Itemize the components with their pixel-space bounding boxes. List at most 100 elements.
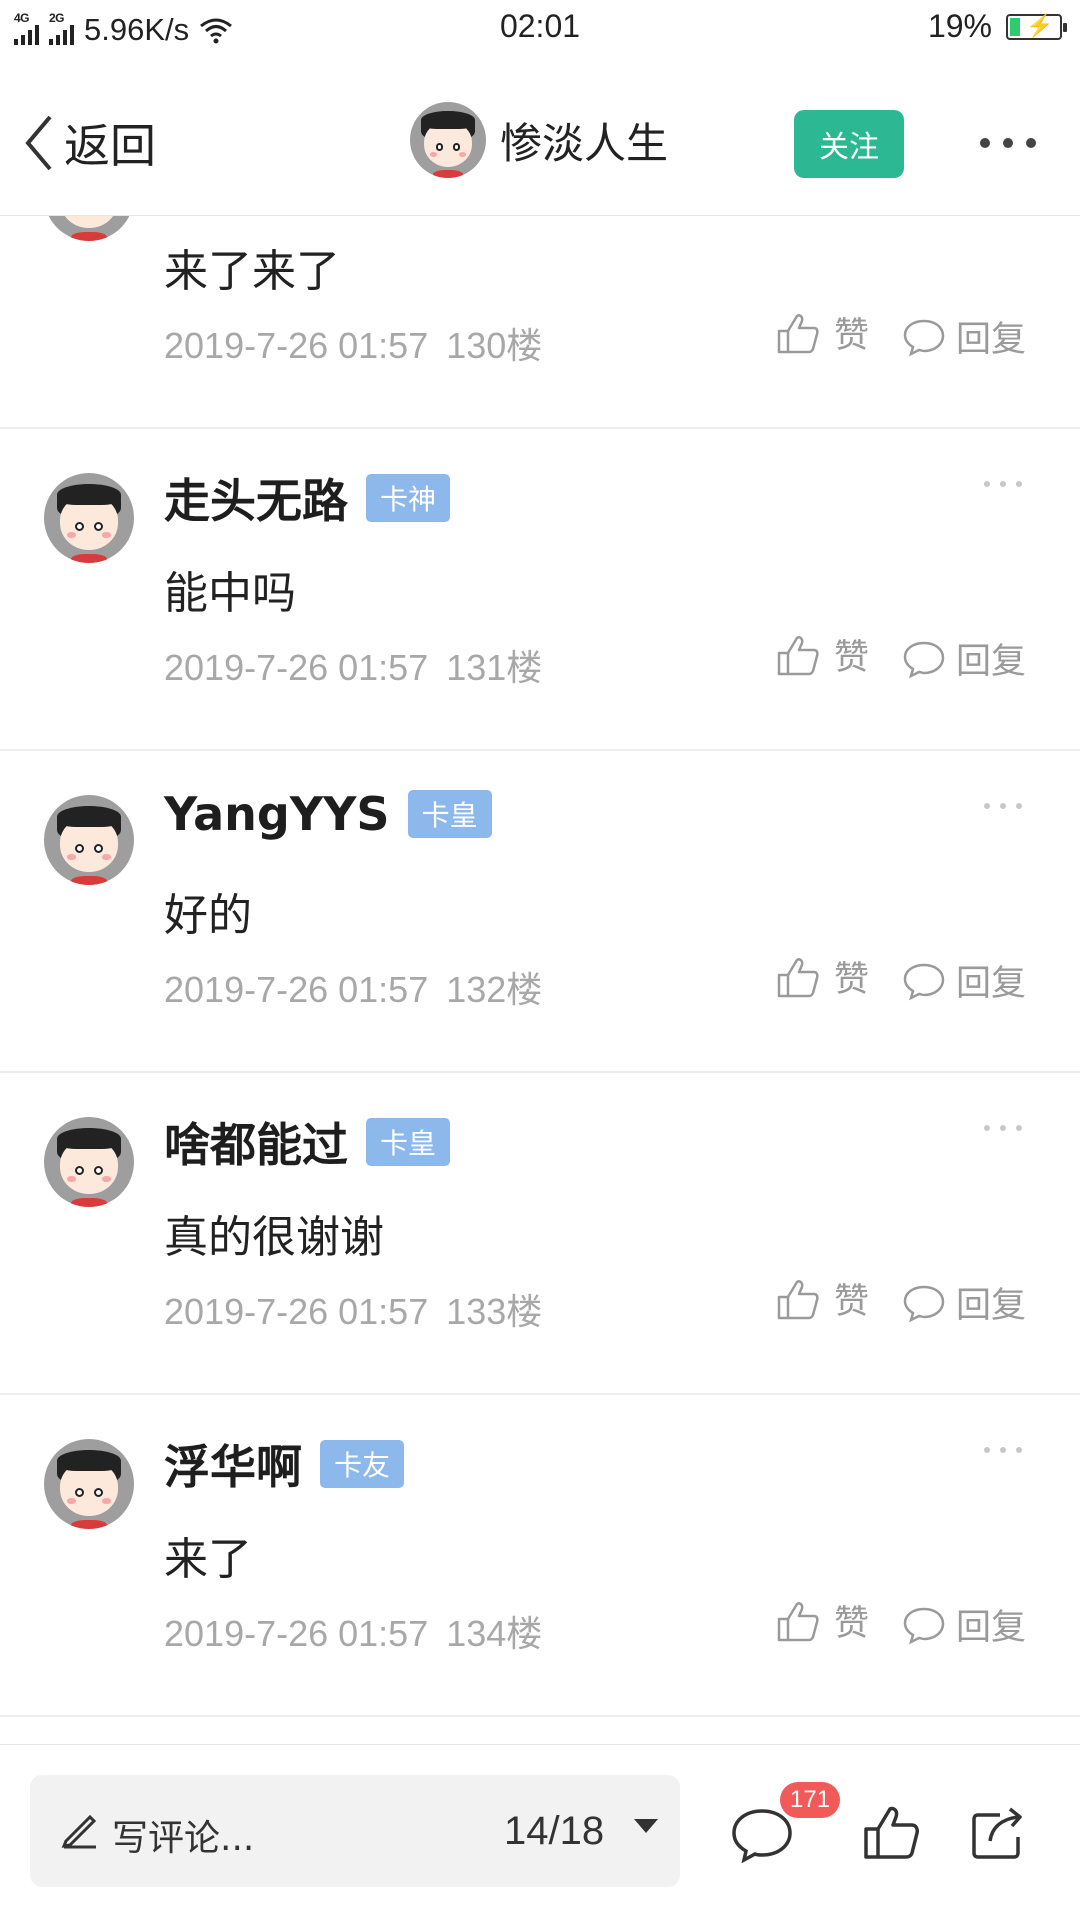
reply-button[interactable]: 回复 [902, 311, 1026, 362]
chevron-left-icon [25, 115, 52, 171]
bottom-bar: 写评论... 14/18 171 [0, 1744, 1080, 1920]
comment-time: 2019-7-26 01:57 [164, 1613, 429, 1654]
comment-time: 2019-7-26 01:57 [164, 647, 429, 688]
level-badge: 卡友 [320, 1440, 405, 1488]
comment-meta: 2019-7-26 01:57 130楼 [164, 317, 542, 369]
thumbs-up-icon [777, 957, 819, 997]
comment-item: 浮华啊 卡友来了 2019-7-26 01:57 134楼 赞 回复 [0, 1395, 1080, 1717]
battery-percent: 19% [927, 8, 992, 44]
reply-label: 回复 [956, 1608, 1027, 1648]
comment-item: YangYYS 卡皇好的 2019-7-26 01:57 132楼 赞 回复 [0, 751, 1080, 1073]
more-options-button[interactable] [980, 128, 1036, 158]
like-icon[interactable] [862, 1803, 920, 1861]
like-button[interactable]: 赞 [776, 1595, 869, 1646]
like-button[interactable]: 赞 [776, 629, 869, 680]
comment-time: 2019-7-26 01:57 [164, 325, 429, 366]
like-button[interactable]: 赞 [776, 307, 869, 358]
level-badge: 卡神 [366, 474, 451, 522]
comment-placeholder: 写评论... [112, 1818, 255, 1859]
avatar[interactable] [410, 102, 486, 178]
comment-time: 2019-7-26 01:57 [164, 1291, 429, 1332]
username[interactable]: YangYYS [164, 787, 390, 841]
speech-bubble-icon [903, 1285, 945, 1322]
reply-label: 回复 [956, 964, 1027, 1004]
username[interactable]: 啥都能过 [164, 1109, 348, 1175]
comment-count-badge: 171 [780, 1782, 841, 1818]
avatar[interactable] [44, 1117, 134, 1207]
floor-number: 132楼 [446, 969, 543, 1010]
page-indicator[interactable]: 14/18 [504, 1809, 604, 1854]
like-button[interactable]: 赞 [776, 1273, 869, 1324]
comment-header: 啥都能过 卡皇 [164, 1109, 451, 1175]
comment-item: 走头无路 卡神能中吗 2019-7-26 01:57 131楼 赞 回复 [0, 429, 1080, 751]
avatar[interactable] [44, 795, 134, 885]
share-icon[interactable] [970, 1803, 1026, 1861]
comment-more-button[interactable] [984, 481, 1022, 489]
back-label: 返回 [64, 119, 156, 173]
follow-button[interactable]: 关注 [794, 110, 904, 178]
dropdown-arrow-icon[interactable] [634, 1819, 658, 1833]
comment-meta: 2019-7-26 01:57 133楼 [164, 1283, 542, 1335]
comment-icon[interactable] [730, 1807, 794, 1863]
thumbs-up-icon [777, 635, 819, 675]
level-badge: 卡皇 [407, 790, 492, 838]
battery-icon: ⚡ [1006, 13, 1067, 40]
author-info[interactable]: 惨淡人生 [410, 102, 668, 178]
avatar[interactable] [44, 216, 134, 241]
comment-content: 真的很谢谢 [164, 1212, 384, 1263]
username[interactable]: 走头无路 [164, 465, 348, 531]
reply-button[interactable]: 回复 [902, 955, 1026, 1006]
like-label: 赞 [834, 316, 870, 356]
avatar[interactable] [44, 473, 134, 563]
clock: 02:01 [499, 8, 581, 44]
comment-header: 浮华啊 卡友 [164, 1431, 405, 1497]
comment-header: YangYYS 卡皇 [164, 787, 492, 841]
floor-number: 131楼 [446, 647, 543, 688]
reply-button[interactable]: 回复 [902, 1599, 1026, 1650]
reply-label: 回复 [956, 1286, 1027, 1326]
comment-content: 来了来了 [164, 246, 340, 297]
top-nav: 返回 惨淡人生 关注 [0, 58, 1080, 216]
comment-item: 啥都能过 卡皇真的很谢谢 2019-7-26 01:57 133楼 赞 回复 [0, 1073, 1080, 1395]
thumbs-up-icon [777, 313, 819, 353]
username[interactable]: 浮华啊 [164, 1431, 302, 1497]
status-bar: 4G 2G 5.96K/s 02:01 19% ⚡ [0, 0, 1080, 58]
reply-label: 回复 [956, 642, 1027, 682]
like-label: 赞 [834, 1604, 870, 1644]
comment-time: 2019-7-26 01:57 [164, 969, 429, 1010]
thumbs-up-icon [777, 1279, 819, 1319]
floor-number: 130楼 [446, 325, 543, 366]
write-comment-input[interactable]: 写评论... 14/18 [30, 1775, 680, 1887]
comment-header: 走头无路 卡神 [164, 465, 451, 531]
comment-meta: 2019-7-26 01:57 131楼 [164, 639, 542, 691]
author-name: 惨淡人生 [500, 118, 669, 168]
avatar[interactable] [44, 1439, 134, 1529]
reply-button[interactable]: 回复 [902, 633, 1026, 684]
back-button[interactable]: 返回 [22, 110, 156, 176]
comment-more-button[interactable] [984, 1447, 1022, 1455]
floor-number: 134楼 [446, 1613, 543, 1654]
like-label: 赞 [834, 1282, 870, 1322]
comment-item: 明紫迷墨卡皇来了来了2019-7-26 01:57130楼赞回复 [0, 216, 1080, 429]
comment-content: 能中吗 [164, 568, 296, 619]
floor-number: 133楼 [446, 1291, 543, 1332]
reply-label: 回复 [956, 320, 1027, 360]
speech-bubble-icon [903, 963, 945, 1000]
comment-content: 好的 [164, 890, 252, 941]
speech-bubble-icon [903, 319, 945, 356]
comment-more-button[interactable] [984, 803, 1022, 811]
comment-meta: 2019-7-26 01:57 132楼 [164, 961, 542, 1013]
speech-bubble-icon [903, 641, 945, 678]
reply-button[interactable]: 回复 [902, 1277, 1026, 1328]
like-label: 赞 [834, 638, 870, 678]
pencil-icon [61, 1814, 97, 1849]
comment-list: 明紫迷墨卡皇来了来了2019-7-26 01:57130楼赞回复走头无路卡神能中… [0, 216, 1080, 1744]
thumbs-up-icon [777, 1601, 819, 1641]
comment-content: 来了 [164, 1534, 252, 1585]
comment-meta: 2019-7-26 01:57 134楼 [164, 1605, 542, 1657]
like-button[interactable]: 赞 [776, 951, 869, 1002]
like-label: 赞 [834, 960, 870, 1000]
comment-more-button[interactable] [984, 1125, 1022, 1133]
status-right: 19% ⚡ [927, 8, 1067, 45]
level-badge: 卡皇 [366, 1118, 451, 1166]
